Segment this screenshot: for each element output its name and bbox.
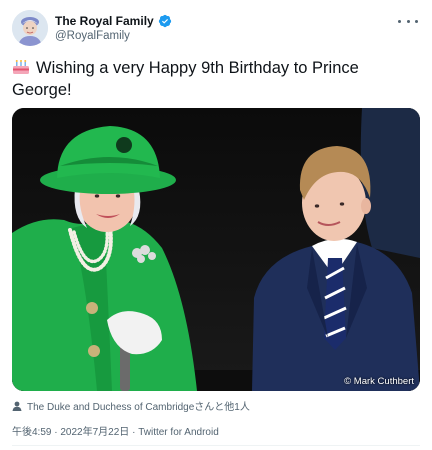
account-handle[interactable]: @RoyalFamily: [55, 30, 130, 42]
photo-image: [12, 108, 420, 391]
display-name[interactable]: The Royal Family: [55, 14, 154, 28]
tagged-users[interactable]: The Duke and Duchess of Cambridgeさんと他1人: [12, 398, 250, 413]
tagged-users-text: The Duke and Duchess of Cambridgeさんと他1人: [27, 402, 250, 413]
verified-badge-icon: [158, 14, 171, 28]
tweet-body: Wishing a very Happy 9th Birthday to Pri…: [12, 59, 359, 99]
avatar-image: [12, 10, 48, 46]
tweet-meta: 午後4:59 · 2022年7月22日 · Twitter for Androi…: [12, 423, 219, 438]
tweet-photo[interactable]: © Mark Cuthbert: [12, 108, 420, 391]
name-row: The Royal Family: [55, 14, 172, 28]
meta-separator-2: ·: [129, 427, 139, 438]
divider: [12, 445, 420, 446]
tweet-source[interactable]: Twitter for Android: [138, 427, 219, 438]
person-tag-icon: [12, 401, 22, 411]
avatar[interactable]: [12, 10, 48, 46]
more-options-icon[interactable]: [398, 14, 418, 28]
photo-credit: © Mark Cuthbert: [344, 376, 414, 387]
tweet-header: The Royal Family @RoyalFamily: [12, 10, 420, 50]
birthday-cake-icon: [13, 60, 29, 74]
tweet-time[interactable]: 午後4:59: [12, 427, 51, 438]
tweet-date[interactable]: 2022年7月22日: [60, 427, 129, 438]
tweet-text: Wishing a very Happy 9th Birthday to Pri…: [12, 57, 412, 101]
